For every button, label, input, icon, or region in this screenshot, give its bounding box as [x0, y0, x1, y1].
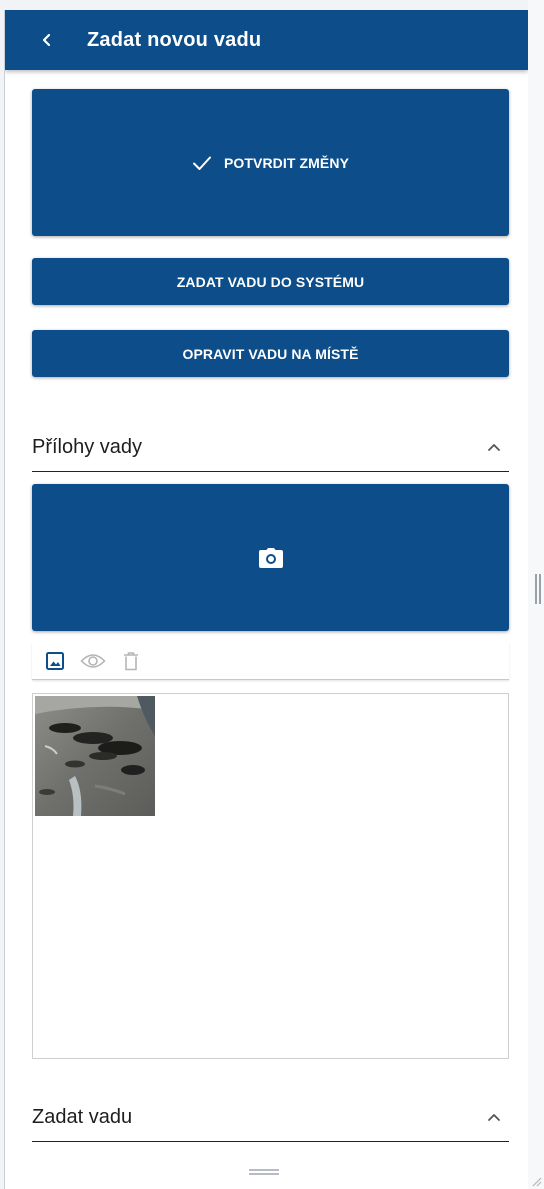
attachment-gallery: [32, 693, 509, 1059]
chevron-up-icon: [487, 1112, 501, 1122]
chevron-up-icon: [487, 442, 501, 452]
submit-to-system-label: ZADAT VADU DO SYSTÉMU: [176, 273, 365, 290]
delete-button[interactable]: [118, 648, 144, 674]
bottom-resize-handle[interactable]: [249, 1169, 279, 1175]
submit-to-system-button[interactable]: ZADAT VADU DO SYSTÉMU: [32, 258, 509, 305]
app-panel: Zadat novou vadu POTVRDIT ZMĚNY ZADAT VA…: [4, 10, 528, 1189]
attachment-thumbnail[interactable]: [35, 696, 155, 816]
fix-on-site-label: OPRAVIT VADU NA MÍSTĚ: [182, 345, 359, 362]
camera-icon: [258, 547, 283, 568]
defect-section-title: Zadat vadu: [32, 1105, 133, 1128]
trash-icon: [124, 652, 138, 671]
defect-section-header[interactable]: Zadat vadu: [32, 1093, 509, 1142]
attachments-section-header[interactable]: Přílohy vady: [32, 423, 509, 472]
page-title: Zadat novou vadu: [87, 28, 262, 51]
app-header: Zadat novou vadu: [5, 10, 528, 70]
eye-icon: [80, 654, 106, 668]
preview-button[interactable]: [80, 648, 106, 674]
vertical-resize-handle[interactable]: [535, 574, 541, 604]
take-photo-button[interactable]: [32, 484, 509, 631]
attachment-toolbar: [32, 643, 509, 680]
chevron-left-icon: [42, 33, 51, 47]
image-icon: [46, 652, 64, 670]
fix-on-site-button[interactable]: OPRAVIT VADU NA MÍSTĚ: [32, 330, 509, 377]
gallery-button[interactable]: [42, 648, 68, 674]
resize-grip-icon[interactable]: [530, 1175, 542, 1187]
confirm-changes-button[interactable]: POTVRDIT ZMĚNY: [32, 89, 509, 236]
attachments-section-title: Přílohy vady: [32, 435, 143, 458]
check-icon: [192, 155, 212, 171]
confirm-changes-label: POTVRDIT ZMĚNY: [223, 154, 350, 171]
back-button[interactable]: [34, 27, 60, 53]
